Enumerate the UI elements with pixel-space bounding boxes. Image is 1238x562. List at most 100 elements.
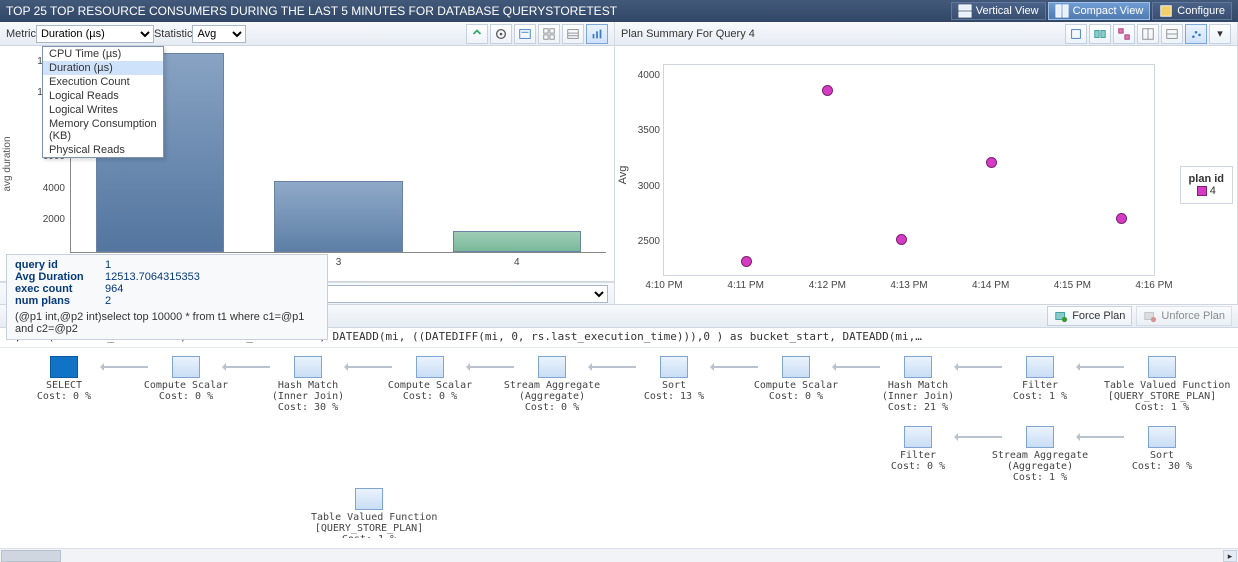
- bar-tooltip: query id1Avg Duration12513.7064315353exe…: [6, 254, 328, 340]
- plan-arrow: [346, 366, 392, 368]
- refresh-button[interactable]: [466, 24, 488, 44]
- plan-operator[interactable]: Hash Match(Inner Join)Cost: 30 %: [250, 356, 366, 413]
- plan-arrow: [1078, 436, 1124, 438]
- plan-arrow: [956, 366, 1002, 368]
- metric-dropdown-item[interactable]: Physical Reads: [43, 143, 163, 157]
- scatter-y-tick: 3500: [620, 125, 660, 136]
- scatter-x-tick: 4:11 PM: [716, 280, 776, 291]
- plan-operator-icon: [172, 356, 200, 378]
- window-title: TOP 25 TOP RESOURCE CONSUMERS DURING THE…: [6, 4, 949, 18]
- metric-dropdown-panel[interactable]: CPU Time (µs)Duration (µs)Execution Coun…: [42, 46, 164, 158]
- tooltip-row: exec count964: [15, 283, 319, 295]
- plan-operator[interactable]: Stream Aggregate(Aggregate)Cost: 1 %: [982, 426, 1098, 483]
- plan-operator[interactable]: FilterCost: 0 %: [860, 426, 976, 472]
- statistic-select[interactable]: Avg: [192, 25, 246, 43]
- plan-arrow: [590, 366, 636, 368]
- plan-arrow: [956, 436, 1002, 438]
- plan-operator-icon: [904, 356, 932, 378]
- bar-y-tick: 4000: [17, 183, 65, 194]
- plan-operator[interactable]: SortCost: 30 %: [1104, 426, 1220, 472]
- plan-refresh-button[interactable]: [1065, 24, 1087, 44]
- scatter-x-tick: 4:12 PM: [797, 280, 857, 291]
- scatter-point[interactable]: [1116, 213, 1127, 224]
- bar-x-tick: 4: [497, 257, 537, 268]
- plan-arrow: [834, 366, 880, 368]
- grid-view-button[interactable]: [538, 24, 560, 44]
- metric-dropdown-item[interactable]: Logical Writes: [43, 103, 163, 117]
- tooltip-row: num plans2: [15, 295, 319, 307]
- force-plan-label: Force Plan: [1072, 310, 1125, 322]
- compact-view-button[interactable]: Compact View: [1048, 2, 1151, 20]
- statistic-label: Statistic: [154, 28, 193, 40]
- force-plan-button[interactable]: Force Plan: [1047, 306, 1132, 326]
- configure-button[interactable]: Configure: [1152, 2, 1232, 20]
- chart-view-button[interactable]: [586, 24, 608, 44]
- unforce-plan-button[interactable]: Unforce Plan: [1136, 306, 1232, 326]
- plan-operator[interactable]: SELECTCost: 0 %: [6, 356, 122, 402]
- plan-chart-button[interactable]: [1185, 24, 1207, 44]
- scatter-point[interactable]: [896, 234, 907, 245]
- plan-operator-icon: [904, 426, 932, 448]
- legend-swatch: [1197, 186, 1207, 196]
- plan-operator-icon: [416, 356, 444, 378]
- plan-grid-button[interactable]: [1161, 24, 1183, 44]
- vertical-view-button[interactable]: Vertical View: [951, 2, 1046, 20]
- metric-dropdown-item[interactable]: CPU Time (µs): [43, 47, 163, 61]
- track-query-button[interactable]: [490, 24, 512, 44]
- metric-dropdown-item[interactable]: Memory Consumption (KB): [43, 117, 163, 143]
- tooltip-query-text: (@p1 int,@p2 int)select top 10000 * from…: [15, 311, 319, 335]
- plan-operator[interactable]: Stream Aggregate(Aggregate)Cost: 0 %: [494, 356, 610, 413]
- scrollbar-right-arrow[interactable]: ▸: [1223, 550, 1237, 562]
- bar[interactable]: [274, 181, 402, 252]
- plan-dropdown-button[interactable]: ▾: [1209, 24, 1231, 44]
- scatter-x-tick: 4:14 PM: [961, 280, 1021, 291]
- horizontal-scrollbar[interactable]: ▸: [0, 548, 1238, 562]
- scatter-y-tick: 2500: [620, 236, 660, 247]
- plan-operator[interactable]: FilterCost: 1 %: [982, 356, 1098, 402]
- vertical-view-label: Vertical View: [976, 5, 1039, 17]
- plan-layout-button[interactable]: [1137, 24, 1159, 44]
- scatter-y-tick: 3000: [620, 181, 660, 192]
- bar[interactable]: [453, 231, 581, 252]
- tooltip-row: query id1: [15, 259, 319, 271]
- plan-summary-title: Plan Summary For Query 4: [621, 28, 755, 40]
- plan-operator[interactable]: Compute ScalarCost: 0 %: [372, 356, 488, 402]
- plan-operator[interactable]: SortCost: 13 %: [616, 356, 732, 402]
- plan-scatter-chart[interactable]: 25003000350040004:10 PM4:11 PM4:12 PM4:1…: [663, 64, 1155, 276]
- view-query-button[interactable]: [514, 24, 536, 44]
- bar-y-tick: 2000: [17, 214, 65, 225]
- plan-compare2-button[interactable]: [1113, 24, 1135, 44]
- table-view-button[interactable]: [562, 24, 584, 44]
- metric-dropdown-item[interactable]: Execution Count: [43, 75, 163, 89]
- title-bar: TOP 25 TOP RESOURCE CONSUMERS DURING THE…: [0, 0, 1238, 22]
- plan-operator-icon: [1026, 356, 1054, 378]
- metric-select[interactable]: Duration (µs): [36, 25, 154, 43]
- plan-operator[interactable]: Table Valued Function[QUERY_STORE_PLAN]C…: [1104, 356, 1220, 413]
- plan-operator-icon: [294, 356, 322, 378]
- plan-operator[interactable]: Table Valued Function[QUERY_STORE_PLAN]C…: [311, 488, 427, 538]
- scatter-y-tick: 4000: [620, 70, 660, 81]
- scatter-point[interactable]: [741, 256, 752, 267]
- metric-dropdown-item[interactable]: Logical Reads: [43, 89, 163, 103]
- scatter-x-tick: 4:16 PM: [1124, 280, 1184, 291]
- execution-plan-diagram[interactable]: SELECTCost: 0 %Compute ScalarCost: 0 %Ha…: [0, 348, 1238, 538]
- plan-operator-icon: [1148, 426, 1176, 448]
- metric-dropdown-item[interactable]: Duration (µs): [43, 61, 163, 75]
- plan-operator-icon: [1026, 426, 1054, 448]
- scatter-point[interactable]: [986, 157, 997, 168]
- plan-operator[interactable]: Compute ScalarCost: 0 %: [128, 356, 244, 402]
- plan-operator[interactable]: Hash Match(Inner Join)Cost: 21 %: [860, 356, 976, 413]
- plan-operator[interactable]: Compute ScalarCost: 0 %: [738, 356, 854, 402]
- force-plan-icon: [1054, 309, 1068, 323]
- scatter-point[interactable]: [822, 85, 833, 96]
- scrollbar-thumb[interactable]: [1, 550, 61, 562]
- plan-arrow: [712, 366, 758, 368]
- left-pane-toolbar: Metric Duration (µs) Statistic Avg: [0, 22, 614, 46]
- unforce-plan-label: Unforce Plan: [1161, 310, 1225, 322]
- plan-compare-button[interactable]: [1089, 24, 1111, 44]
- plan-operator-icon: [660, 356, 688, 378]
- plan-operator-icon: [355, 488, 383, 510]
- plan-arrow: [1078, 366, 1124, 368]
- plan-arrow: [468, 366, 514, 368]
- compact-view-label: Compact View: [1073, 5, 1144, 17]
